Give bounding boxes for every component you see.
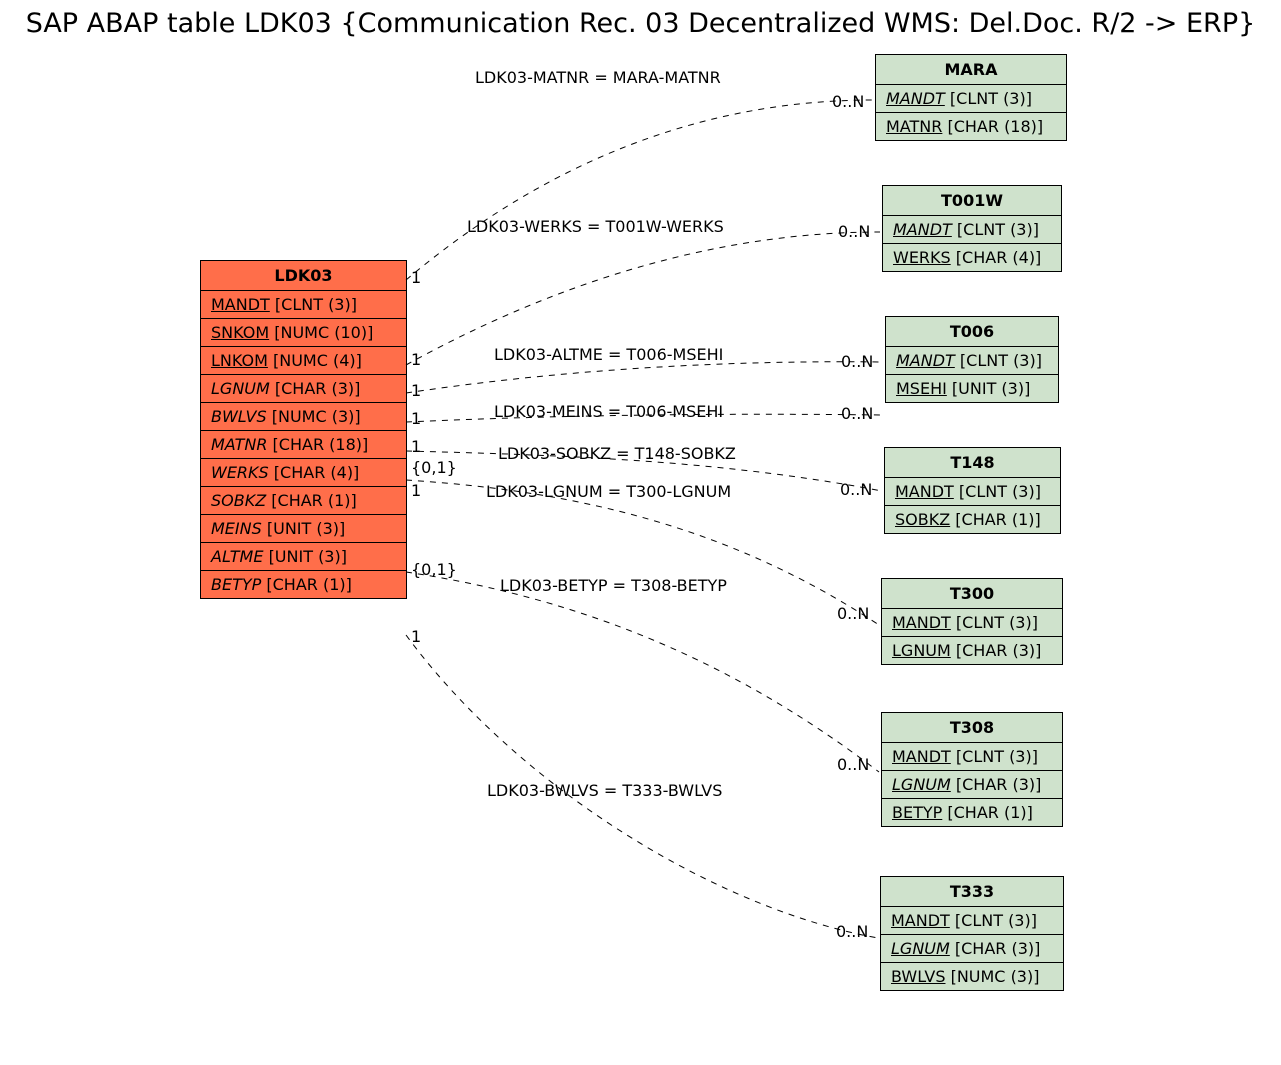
field-row: MANDT [CLNT (3)] [882,743,1062,771]
connection-lines [0,0,1281,1065]
entity-header: T300 [882,579,1062,609]
cardinality-right: 0..N [838,222,870,241]
field-row: MATNR [CHAR (18)] [876,113,1066,140]
edge-label: LDK03-BETYP = T308-BETYP [500,576,727,595]
entity-t001w: T001W MANDT [CLNT (3)] WERKS [CHAR (4)] [882,185,1062,272]
edge-label: LDK03-MATNR = MARA-MATNR [475,68,721,87]
entity-header: T148 [885,448,1060,478]
field-row: MANDT [CLNT (3)] [886,347,1058,375]
cardinality-right: 0..N [832,92,864,111]
field-row: MATNR [CHAR (18)] [201,431,406,459]
cardinality-right: 0..N [836,922,868,941]
entity-header: T006 [886,317,1058,347]
entity-mara: MARA MANDT [CLNT (3)] MATNR [CHAR (18)] [875,54,1067,141]
cardinality-left: 1 [411,381,421,400]
edge-label: LDK03-MEINS = T006-MSEHI [494,402,723,421]
field-row: BETYP [CHAR (1)] [882,799,1062,826]
edge-label: LDK03-BWLVS = T333-BWLVS [487,781,722,800]
edge-label: LDK03-WERKS = T001W-WERKS [467,217,724,236]
cardinality-left: {0,1} [411,458,457,477]
field-row: SNKOM [NUMC (10)] [201,319,406,347]
entity-t148: T148 MANDT [CLNT (3)] SOBKZ [CHAR (1)] [884,447,1061,534]
diagram-title: SAP ABAP table LDK03 {Communication Rec.… [0,8,1281,39]
field-row: LGNUM [CHAR (3)] [882,637,1062,664]
field-row: MANDT [CLNT (3)] [882,609,1062,637]
entity-header: MARA [876,55,1066,85]
cardinality-right: 0..N [841,404,873,423]
entity-t006: T006 MANDT [CLNT (3)] MSEHI [UNIT (3)] [885,316,1059,403]
cardinality-right: 0..N [837,604,869,623]
field-row: BETYP [CHAR (1)] [201,571,406,598]
entity-header: T001W [883,186,1061,216]
field-row: MSEHI [UNIT (3)] [886,375,1058,402]
edge-label: LDK03-LGNUM = T300-LGNUM [486,482,731,501]
cardinality-left: {0,1} [411,560,457,579]
field-row: BWLVS [NUMC (3)] [881,963,1063,990]
cardinality-left: 1 [411,350,421,369]
entity-t300: T300 MANDT [CLNT (3)] LGNUM [CHAR (3)] [881,578,1063,665]
entity-t308: T308 MANDT [CLNT (3)] LGNUM [CHAR (3)] B… [881,712,1063,827]
cardinality-left: 1 [411,268,421,287]
field-row: SOBKZ [CHAR (1)] [201,487,406,515]
field-row: SOBKZ [CHAR (1)] [885,506,1060,533]
cardinality-left: 1 [411,409,421,428]
field-row: MANDT [CLNT (3)] [876,85,1066,113]
cardinality-right: 0..N [840,480,872,499]
field-row: MANDT [CLNT (3)] [885,478,1060,506]
field-row: MANDT [CLNT (3)] [883,216,1061,244]
field-row: LGNUM [CHAR (3)] [881,935,1063,963]
entity-header: T333 [881,877,1063,907]
field-row: ALTME [UNIT (3)] [201,543,406,571]
field-row: LGNUM [CHAR (3)] [882,771,1062,799]
entity-ldk03: LDK03 MANDT [CLNT (3)] SNKOM [NUMC (10)]… [200,260,407,599]
field-row: LNKOM [NUMC (4)] [201,347,406,375]
entity-t333: T333 MANDT [CLNT (3)] LGNUM [CHAR (3)] B… [880,876,1064,991]
entity-header: T308 [882,713,1062,743]
cardinality-right: 0..N [841,352,873,371]
entity-header: LDK03 [201,261,406,291]
cardinality-right: 0..N [837,755,869,774]
field-row: LGNUM [CHAR (3)] [201,375,406,403]
field-row: BWLVS [NUMC (3)] [201,403,406,431]
field-row: WERKS [CHAR (4)] [883,244,1061,271]
edge-label: LDK03-SOBKZ = T148-SOBKZ [498,444,736,463]
cardinality-left: 1 [411,437,421,456]
cardinality-left: 1 [411,627,421,646]
edge-label: LDK03-ALTME = T006-MSEHI [494,345,723,364]
field-row: MANDT [CLNT (3)] [881,907,1063,935]
field-row: MEINS [UNIT (3)] [201,515,406,543]
field-row: MANDT [CLNT (3)] [201,291,406,319]
cardinality-left: 1 [411,481,421,500]
field-row: WERKS [CHAR (4)] [201,459,406,487]
